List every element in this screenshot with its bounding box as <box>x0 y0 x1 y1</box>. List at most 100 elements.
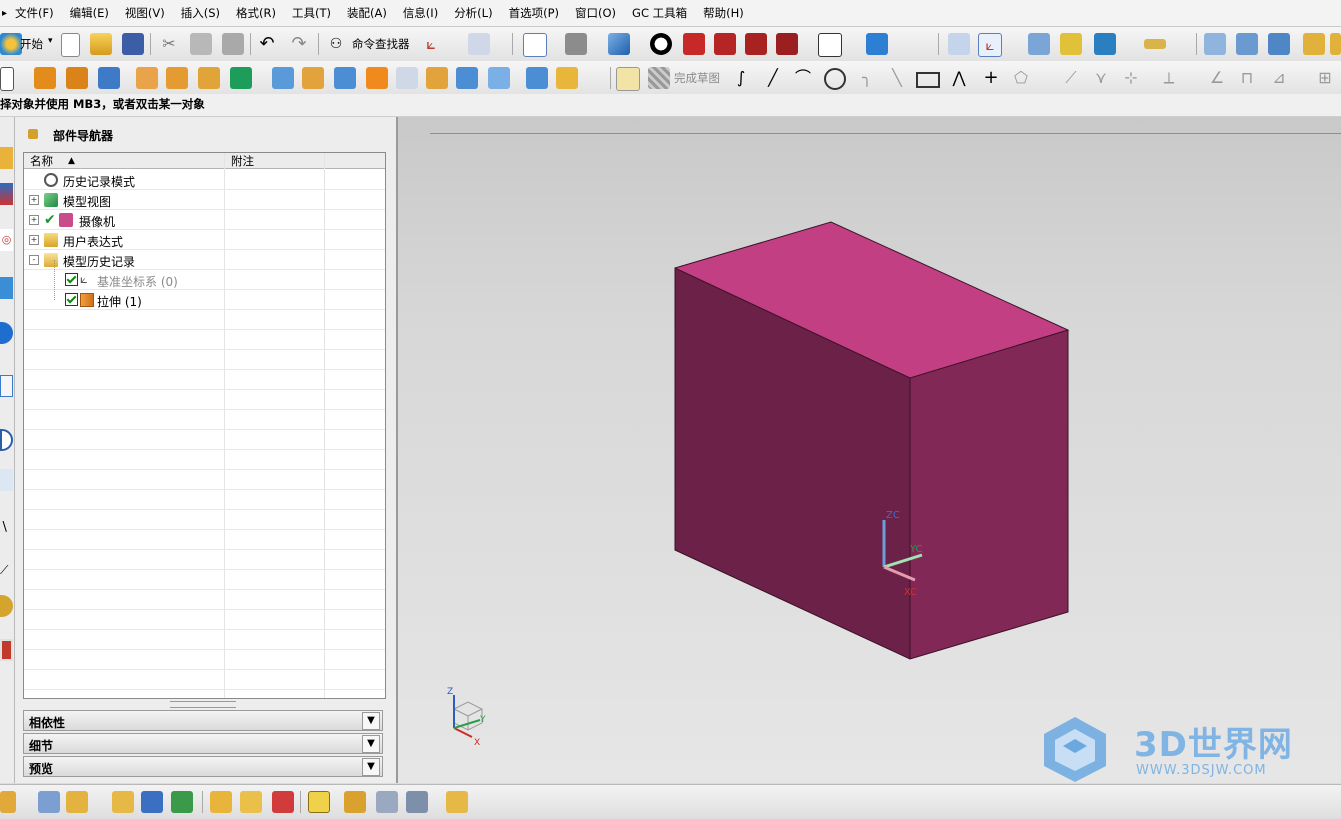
preview-panel[interactable]: 预览 ▼ <box>23 756 383 777</box>
chevron-down-icon[interactable]: ▼ <box>362 712 380 730</box>
manufacturing-wizard-icon[interactable]: ⟋ <box>0 559 13 581</box>
dimension-icon[interactable]: ∠ <box>1206 67 1228 89</box>
new-component-icon[interactable] <box>66 791 88 813</box>
menu-format[interactable]: 格式(R) <box>228 5 284 21</box>
tree-row-history-mode[interactable]: 历史记录模式 <box>24 170 385 190</box>
geometric-constraint-icon[interactable]: ⊿ <box>1268 67 1290 89</box>
menu-view[interactable]: 视图(V) <box>117 5 173 21</box>
unite-icon[interactable] <box>272 67 294 89</box>
assembly-navigator-icon[interactable] <box>0 183 13 205</box>
constraints-icon[interactable]: ⟂ <box>1158 67 1180 89</box>
visibility-checkbox[interactable] <box>65 293 78 306</box>
cloning-icon[interactable] <box>308 791 330 813</box>
offset-curve-icon[interactable]: ⬠ <box>1010 67 1032 89</box>
binoculars-icon[interactable]: ⚇ <box>325 33 347 55</box>
create-array-icon[interactable] <box>112 791 134 813</box>
process-studio-icon[interactable]: ∖ <box>0 517 13 539</box>
background-color-icon[interactable] <box>818 33 842 57</box>
edge-blend-icon[interactable] <box>366 67 388 89</box>
command-finder-button[interactable]: 命令查找器 <box>352 36 410 52</box>
menu-gc-toolbox[interactable]: GC 工具箱 <box>624 5 695 21</box>
expand-icon[interactable]: + <box>29 195 39 205</box>
system-scenes-icon[interactable] <box>0 639 13 661</box>
wcs-icon[interactable]: ⟀ <box>420 33 442 55</box>
block-icon[interactable] <box>98 67 120 89</box>
trim-body-icon[interactable] <box>526 67 548 89</box>
menu-insert[interactable]: 插入(S) <box>173 5 228 21</box>
new-file-icon[interactable] <box>61 33 80 57</box>
mirror-assembly-icon[interactable] <box>141 791 163 813</box>
line-icon[interactable]: ╱ <box>762 67 784 89</box>
chamfer-sketch-icon[interactable]: ╲ <box>886 67 908 89</box>
draft-icon[interactable] <box>456 67 478 89</box>
pin-icon[interactable] <box>28 129 38 139</box>
perimeter-icon[interactable]: ⊓ <box>1236 67 1258 89</box>
pad-icon[interactable] <box>198 67 220 89</box>
drafting-icon[interactable] <box>1303 33 1325 55</box>
open-folder-icon[interactable] <box>90 33 112 55</box>
hole-icon[interactable] <box>136 67 158 89</box>
web-browser-icon[interactable] <box>0 322 13 344</box>
section-cube-icon[interactable] <box>714 33 736 55</box>
orient-view-icon[interactable] <box>565 33 587 55</box>
chamfer-icon[interactable] <box>396 67 418 89</box>
start-button[interactable]: 开始 <box>20 36 43 52</box>
collapse-icon[interactable]: - <box>29 255 39 265</box>
ruler-icon[interactable] <box>1144 39 1166 49</box>
copy-icon[interactable] <box>190 33 212 55</box>
dependencies-panel[interactable]: 相依性 ▼ <box>23 710 383 731</box>
assembly-load-icon[interactable] <box>0 791 16 813</box>
save-icon[interactable] <box>122 33 144 55</box>
assembly-constraint-icon[interactable] <box>1268 33 1290 55</box>
redo-icon[interactable]: ↷ <box>288 33 310 55</box>
shaded-cube-icon[interactable] <box>608 33 630 55</box>
revolve-icon[interactable] <box>66 67 88 89</box>
shell-icon[interactable] <box>426 67 448 89</box>
offset-face-icon[interactable] <box>488 67 510 89</box>
reuse-library-icon[interactable] <box>0 277 13 299</box>
subtract-icon[interactable] <box>302 67 324 89</box>
menu-preferences[interactable]: 首选项(P) <box>501 5 567 21</box>
motion-icon[interactable] <box>1094 33 1116 55</box>
tree-row-model-views[interactable]: + 模型视图 <box>24 190 385 210</box>
polygon-icon[interactable]: ⋀ <box>948 67 970 89</box>
roles-icon[interactable] <box>0 595 13 617</box>
pattern-icon[interactable] <box>230 67 252 89</box>
menu-edit[interactable]: 编辑(E) <box>62 5 117 21</box>
sequence-icon[interactable] <box>272 791 294 813</box>
measure-icon[interactable] <box>1028 33 1050 55</box>
profile-icon[interactable]: ∫ <box>730 67 752 89</box>
circle-icon[interactable] <box>824 68 846 90</box>
component-icon[interactable] <box>1236 33 1258 55</box>
graphics-window[interactable]: ZC YC XC Z Y X 3D世界网 WWW.3DSJW.COM <box>398 117 1341 783</box>
box-side-face[interactable] <box>910 330 1068 659</box>
chevron-down-icon[interactable]: ▼ <box>362 758 380 776</box>
part-family-icon[interactable] <box>406 791 428 813</box>
arc-icon[interactable]: ⌒ <box>792 67 814 89</box>
link-icon[interactable] <box>344 791 366 813</box>
start-icon[interactable] <box>0 33 22 55</box>
quick-trim-icon[interactable]: ⟋ <box>1060 67 1082 89</box>
rendering-style-icon[interactable] <box>650 33 672 55</box>
sketch-icon[interactable] <box>0 67 14 91</box>
add-component-icon[interactable] <box>38 791 60 813</box>
details-panel[interactable]: 细节 ▼ <box>23 733 383 754</box>
fit-view-icon[interactable] <box>523 33 547 57</box>
wave-linker-icon[interactable] <box>240 791 262 813</box>
tree-row-model-history[interactable]: - 模型历史记录 <box>24 250 385 270</box>
splitter-handle[interactable] <box>170 701 236 708</box>
view-arrow-icon[interactable] <box>866 33 888 55</box>
cut-icon[interactable]: ✂ <box>158 33 180 55</box>
explode-view-icon[interactable] <box>210 791 232 813</box>
intersect-icon[interactable] <box>334 67 356 89</box>
tree-row-user-expressions[interactable]: + 用户表达式 <box>24 230 385 250</box>
reference-set-icon[interactable] <box>376 791 398 813</box>
paste-icon[interactable] <box>222 33 244 55</box>
component-position-icon[interactable] <box>446 791 468 813</box>
expand-icon[interactable]: + <box>29 235 39 245</box>
rectangle-icon[interactable] <box>916 72 940 88</box>
menu-window[interactable]: 窗口(O) <box>567 5 624 21</box>
constraint-navigator-icon[interactable]: ◎ <box>0 229 13 251</box>
more-icon[interactable] <box>1330 33 1341 55</box>
extrude-tool-icon[interactable] <box>34 67 56 89</box>
